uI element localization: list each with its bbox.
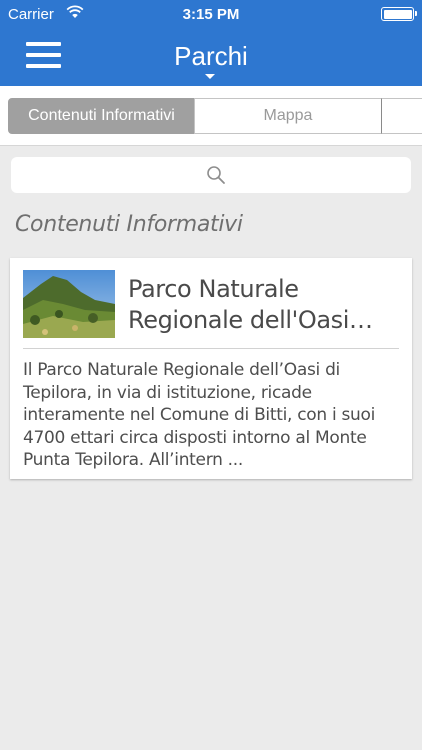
item-title: Parco Naturale Regionale dell'Oasi… [128, 275, 373, 334]
tab-mappa[interactable]: Mappa [194, 98, 382, 134]
battery-icon [381, 7, 417, 21]
park-thumbnail-image [23, 270, 115, 338]
tab-contenuti-informativi[interactable]: Contenuti Informativi [8, 98, 195, 134]
status-time: 3:15 PM [182, 6, 240, 23]
title-dropdown-caret-icon[interactable] [205, 74, 215, 79]
search-input[interactable] [11, 157, 411, 193]
divider [23, 348, 399, 349]
search-icon [207, 166, 225, 184]
segmented-control-bar: Contenuti Informativi Mappa [0, 86, 422, 146]
section-title: Contenuti Informativi [15, 212, 243, 237]
item-description: Il Parco Naturale Regionale dell’Oasi di… [23, 360, 376, 470]
list-item[interactable]: Parco Naturale Regionale dell'Oasi… Il P… [10, 258, 412, 479]
navigation-header: Carrier 3:15 PM Parchi [0, 0, 422, 86]
page-title[interactable]: Parchi [0, 41, 422, 72]
status-bar: Carrier 3:15 PM [0, 0, 422, 30]
tab-third[interactable] [381, 98, 422, 134]
